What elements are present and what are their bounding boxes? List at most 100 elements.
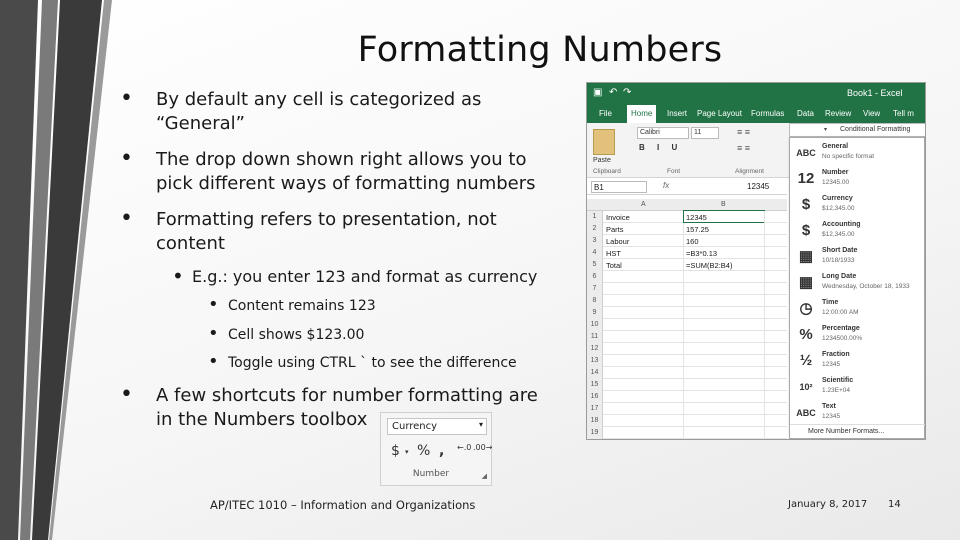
number-format-dropdown-head[interactable]: ▾ Conditional Formatting bbox=[789, 123, 925, 137]
cell-divider bbox=[764, 355, 765, 367]
row-number[interactable]: 9 bbox=[587, 307, 603, 319]
column-header[interactable]: A bbox=[641, 201, 646, 208]
row-number[interactable]: 11 bbox=[587, 331, 603, 343]
cell-a[interactable]: Invoice bbox=[606, 213, 630, 222]
cell-divider bbox=[764, 391, 765, 403]
cell-a[interactable]: Parts bbox=[606, 225, 624, 234]
name-box[interactable]: B1 bbox=[591, 181, 647, 193]
group-font: Font bbox=[667, 168, 681, 175]
cell-a[interactable]: Total bbox=[606, 261, 622, 270]
font-size-select[interactable]: 11 bbox=[691, 127, 719, 139]
format-item-general[interactable]: ABC General No specific format bbox=[790, 140, 925, 166]
cell-divider bbox=[764, 343, 765, 355]
bullet-text: A few shortcuts for number formatting ar… bbox=[156, 385, 538, 406]
cell-divider bbox=[683, 427, 684, 439]
tab-view[interactable]: View bbox=[863, 109, 880, 118]
row-number[interactable]: 1 bbox=[587, 211, 603, 223]
row-number[interactable]: 3 bbox=[587, 235, 603, 247]
bullet-text: Formatting refers to presentation, not bbox=[156, 209, 497, 230]
tab-page-layout[interactable]: Page Layout bbox=[697, 109, 742, 118]
fx-icon[interactable]: fx bbox=[663, 181, 669, 190]
cell-b[interactable]: 157.25 bbox=[686, 225, 709, 234]
chevron-down-icon: ▾ bbox=[478, 420, 483, 429]
row-number[interactable]: 8 bbox=[587, 295, 603, 307]
row-number[interactable]: 14 bbox=[587, 367, 603, 379]
currency-button[interactable]: $ bbox=[391, 443, 400, 459]
align-icon[interactable]: ≡ ≡ bbox=[737, 127, 750, 137]
redo-icon[interactable]: ↷ bbox=[623, 87, 631, 98]
cell-divider bbox=[683, 271, 684, 283]
row-number[interactable]: 15 bbox=[587, 379, 603, 391]
table-row: 9 bbox=[587, 307, 787, 319]
bullet-dot: • bbox=[172, 264, 184, 288]
cell-divider bbox=[683, 295, 684, 307]
save-icon[interactable]: ▣ bbox=[593, 87, 602, 98]
table-row: 2 Parts 157.25 bbox=[587, 223, 787, 235]
row-number[interactable]: 17 bbox=[587, 403, 603, 415]
decrease-decimal-icon[interactable]: .00→ bbox=[473, 443, 492, 452]
format-item-text[interactable]: ABC Text 12345 bbox=[790, 400, 925, 426]
cell-b[interactable]: =SUM(B2:B4) bbox=[686, 261, 732, 270]
column-header[interactable]: B bbox=[721, 201, 726, 208]
cell-a[interactable]: Labour bbox=[606, 237, 629, 246]
tab-data[interactable]: Data bbox=[797, 109, 814, 118]
format-item-long-date[interactable]: ▦ Long Date Wednesday, October 18, 1933 bbox=[790, 270, 925, 296]
tab-tell-me[interactable]: Tell m bbox=[893, 109, 914, 118]
excel-screenshot: ▣ ↶ ↷ Book1 - Excel File Home Insert Pag… bbox=[586, 82, 926, 440]
bullet-item: • The drop down shown right allows you t… bbox=[120, 148, 560, 196]
cell-divider bbox=[764, 259, 765, 271]
table-row: 3 Labour 160 bbox=[587, 235, 787, 247]
row-number[interactable]: 4 bbox=[587, 247, 603, 259]
tab-review[interactable]: Review bbox=[825, 109, 851, 118]
conditional-formatting-button[interactable]: Conditional Formatting bbox=[840, 126, 910, 133]
table-row: 7 bbox=[587, 283, 787, 295]
bullet-text: E.g.: you enter 123 and format as curren… bbox=[192, 267, 538, 286]
font-name-select[interactable]: Calibri bbox=[637, 127, 689, 139]
format-name: Accounting bbox=[822, 221, 861, 228]
paste-icon[interactable] bbox=[593, 129, 615, 155]
format-item-time[interactable]: ◷ Time 12:00:00 AM bbox=[790, 296, 925, 322]
align-icon[interactable]: ≡ ≡ bbox=[737, 143, 750, 153]
fraction-icon: ½ bbox=[799, 352, 813, 369]
format-item-scientific[interactable]: 10² Scientific 1.23E+04 bbox=[790, 374, 925, 400]
format-item-short-date[interactable]: ▦ Short Date 10/18/1933 bbox=[790, 244, 925, 270]
format-item-fraction[interactable]: ½ Fraction 12345 bbox=[790, 348, 925, 374]
row-number[interactable]: 16 bbox=[587, 391, 603, 403]
cell-b[interactable]: =B3*0.13 bbox=[686, 249, 717, 258]
row-number[interactable]: 7 bbox=[587, 283, 603, 295]
formula-input[interactable]: 12345 bbox=[747, 182, 769, 191]
tab-file[interactable]: File bbox=[599, 109, 612, 118]
font-style-buttons[interactable]: B I U bbox=[639, 143, 682, 152]
format-item-accounting[interactable]: $ Accounting $12,345.00 bbox=[790, 218, 925, 244]
format-item-currency[interactable]: $ Currency $12,345.00 bbox=[790, 192, 925, 218]
row-number[interactable]: 5 bbox=[587, 259, 603, 271]
row-number[interactable]: 6 bbox=[587, 271, 603, 283]
undo-icon[interactable]: ↶ bbox=[609, 87, 617, 98]
increase-decimal-icon[interactable]: ←.0 bbox=[457, 443, 471, 452]
bullet-text: content bbox=[156, 233, 225, 254]
number-format-select[interactable]: Currency ▾ bbox=[387, 418, 487, 435]
cell-a[interactable]: HST bbox=[606, 249, 621, 258]
cell-b[interactable]: 160 bbox=[686, 237, 699, 246]
table-row: 10 bbox=[587, 319, 787, 331]
more-number-formats[interactable]: More Number Formats... bbox=[790, 424, 925, 438]
row-number[interactable]: 12 bbox=[587, 343, 603, 355]
row-number[interactable]: 2 bbox=[587, 223, 603, 235]
row-number[interactable]: 10 bbox=[587, 319, 603, 331]
format-item-number[interactable]: 12 Number 12345.00 bbox=[790, 166, 925, 192]
number-toolbox: Currency ▾ $ ▾ % , ←.0 .00→ Number ◢ bbox=[380, 412, 492, 486]
row-number[interactable]: 13 bbox=[587, 355, 603, 367]
cell-b[interactable]: 12345 bbox=[683, 210, 765, 223]
tab-home[interactable]: Home bbox=[627, 105, 657, 123]
number-format-value: Currency bbox=[392, 421, 438, 432]
cell-divider bbox=[764, 271, 765, 283]
tab-insert[interactable]: Insert bbox=[667, 109, 687, 118]
bullet-dot: • bbox=[208, 323, 219, 344]
format-item-percentage[interactable]: % Percentage 1234500.00% bbox=[790, 322, 925, 348]
percent-button[interactable]: % bbox=[417, 443, 430, 459]
tab-formulas[interactable]: Formulas bbox=[751, 109, 784, 118]
row-number[interactable]: 18 bbox=[587, 415, 603, 427]
dialog-launcher-icon[interactable]: ◢ bbox=[482, 472, 487, 480]
comma-button[interactable]: , bbox=[439, 443, 444, 459]
row-number[interactable]: 19 bbox=[587, 427, 603, 439]
